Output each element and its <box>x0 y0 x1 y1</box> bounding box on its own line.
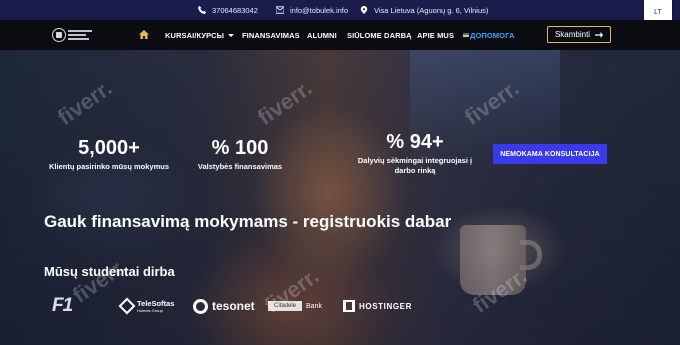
site-logo[interactable] <box>52 27 92 43</box>
nav-item-finansavimas[interactable]: FINANSAVIMAS <box>242 20 300 50</box>
nav-item-label: ALUMNI <box>307 30 337 40</box>
email-contact[interactable]: info@tobulek.info <box>276 0 348 20</box>
stat-clients: 5,000+ Klientų pasirinko mūsų mokymus <box>40 138 178 172</box>
mail-icon <box>276 6 284 14</box>
nav-item-label: SIŪLOME DARBĄ <box>347 30 412 40</box>
arrow-right-icon <box>595 31 604 38</box>
chevron-down-icon <box>228 33 235 37</box>
partner-logo-f1: F1 <box>52 295 73 316</box>
address-contact: Visa Lietuva (Aguonų g. 6, Vilnius) <box>360 0 488 20</box>
telesoftas-diamond-icon <box>118 297 136 315</box>
partner-name: TeleSoftas <box>137 299 175 308</box>
partners-heading: Mūsų studentai dirba <box>44 264 175 279</box>
nav-item-label: ДОПОМОГА <box>470 30 515 40</box>
phone-number: 37064683042 <box>212 5 258 15</box>
nav-item-apie-mus[interactable]: APIE MUS <box>417 20 454 50</box>
call-button[interactable]: Skambinti <box>547 26 611 43</box>
phone-icon <box>198 6 206 14</box>
stat-value: % 100 <box>211 137 269 159</box>
nav-item-label: FINANSAVIMAS <box>242 30 300 40</box>
nav-item-siulome-darba[interactable]: SIŪLOME DARBĄ <box>347 20 412 50</box>
bank-logo-box: Citadele <box>268 301 303 311</box>
nav-item-alumni[interactable]: ALUMNI <box>307 20 337 50</box>
partner-logo-bank: Citadele Bank <box>268 296 322 316</box>
address-text: Visa Lietuva (Aguonų g. 6, Vilnius) <box>374 5 489 15</box>
stat-label: Klientų pasirinko mūsų mokymus <box>48 162 170 171</box>
stat-value: % 94+ <box>386 131 444 153</box>
home-icon[interactable] <box>139 30 149 39</box>
partner-name: tesonet <box>212 299 255 313</box>
hero-headline: Gauk finansavimą mokymams - registruokis… <box>44 212 452 231</box>
partner-name: HOSTINGER <box>359 301 412 311</box>
partner-name: Bank <box>306 302 322 310</box>
partner-logo-telesoftas: TeleSoftas Holmes Group <box>118 296 174 316</box>
hero-section: fiverr. fiverr. fiverr. fiverr. fiverr. … <box>0 50 680 345</box>
stat-label: Dalyvių sėkmingai integruojasi į darbo r… <box>357 156 473 176</box>
nav-item-kursai[interactable]: KURSAI/КУРСЫ <box>165 20 235 50</box>
partner-name: F1 <box>52 295 73 316</box>
nav-item-label: APIE MUS <box>417 30 455 40</box>
phone-contact[interactable]: 37064683042 <box>198 0 258 20</box>
logo-emblem <box>52 28 66 42</box>
call-button-label: Skambinti <box>554 30 591 39</box>
nav-item-label: KURSAI/КУРСЫ <box>165 30 225 40</box>
partner-name-wrap: TeleSoftas Holmes Group <box>137 299 174 313</box>
logo-wordmark <box>68 30 92 40</box>
tesonet-ring-icon <box>193 298 208 314</box>
ukraine-flag-icon <box>463 33 469 37</box>
location-pin-icon <box>360 6 368 14</box>
hostinger-h-icon <box>343 300 355 312</box>
stat-funding: % 100 Valstybės finansavimas <box>188 138 292 172</box>
free-consultation-button[interactable]: NEMOKAMA KONSULTACIJA <box>493 144 607 164</box>
email-address: info@tobulek.info <box>290 5 349 15</box>
partner-logo-tesonet: tesonet <box>193 296 255 316</box>
stat-value: 5,000+ <box>78 137 140 159</box>
nav-item-help[interactable]: ДОПОМОГА <box>463 20 514 50</box>
top-info-bar: 37064683042 info@tobulek.info Visa Lietu… <box>0 0 680 20</box>
stat-integration: % 94+ Dalyvių sėkmingai integruojasi į d… <box>348 132 482 176</box>
stat-label: Valstybės finansavimas <box>197 162 283 171</box>
partner-logo-hostinger: HOSTINGER <box>343 296 412 316</box>
partner-subtitle: Holmes Group <box>137 308 163 313</box>
